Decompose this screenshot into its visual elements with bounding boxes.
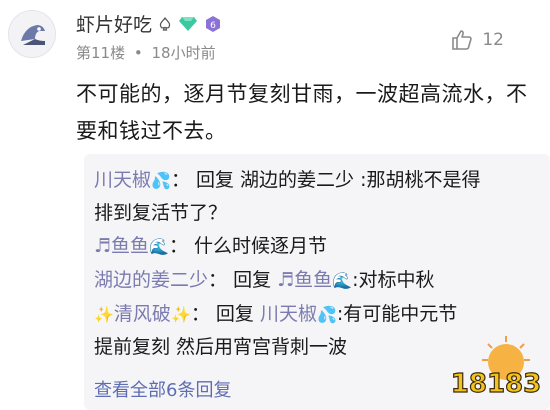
music-note-icon: ♬ — [94, 235, 112, 257]
reply-text: :有可能中元节 — [336, 303, 458, 325]
reply-text: :对标中秋 — [352, 269, 435, 291]
reply-text: 回复 — [215, 303, 260, 325]
reply-text: 回复 湖边的姜二少 :那胡桃不是得 — [196, 169, 481, 191]
diamond-badge-icon — [179, 16, 198, 31]
like-count: 12 — [482, 30, 504, 50]
spade-icon — [159, 16, 171, 31]
username[interactable]: 虾片好吃 — [76, 10, 152, 37]
comment-line: 要和钱过不去。 — [76, 119, 227, 143]
avatar-shark-icon — [9, 11, 55, 57]
reply-text: 什么时候逐月节 — [194, 235, 328, 257]
reply-colon: ： — [170, 169, 190, 191]
reply-item[interactable]: ♬鱼鱼🌊： 什么时候逐月节 — [94, 230, 544, 263]
wave-emoji: 🌊 — [332, 271, 353, 290]
sparkles-emoji: ✨ — [94, 305, 114, 324]
reply-item[interactable]: 川天椒💦： 回复 湖边的姜二少 :那胡桃不是得 排到复活节了？ — [94, 164, 544, 230]
watermark-logo: 18183 — [450, 336, 542, 400]
svg-text:6: 6 — [210, 21, 216, 31]
view-all-replies-link[interactable]: 查看全部6条回复 — [94, 376, 231, 402]
meta-separator: • — [133, 44, 143, 62]
like-button[interactable]: 12 — [450, 28, 504, 52]
reply-text: 回复 — [233, 269, 278, 291]
level-badge-icon: 6 — [206, 15, 221, 32]
comment-line: 不可能的，逐月节复刻甘雨，一波超高流水，不 — [76, 82, 528, 106]
reply-colon: ： — [190, 303, 210, 325]
reply-colon: ： — [168, 235, 188, 257]
droplets-emoji: 💦 — [151, 171, 171, 190]
mention[interactable]: 川天椒 — [260, 303, 317, 325]
avatar[interactable] — [8, 10, 56, 58]
sparkles-emoji: ✨ — [170, 305, 191, 324]
reply-author[interactable]: 鱼鱼 — [111, 235, 149, 257]
reply-text: 提前复刻 然后用宵宫背刺一波 — [94, 336, 348, 358]
reply-colon: ： — [208, 269, 228, 291]
reply-author[interactable]: 湖边的姜二少 — [94, 269, 208, 291]
reply-author[interactable]: 川天椒 — [94, 169, 151, 191]
droplets-emoji: 💦 — [316, 305, 337, 324]
floor-label: 第11楼 — [76, 44, 126, 62]
mention[interactable]: 鱼鱼 — [294, 269, 332, 291]
watermark-text: 18183 — [451, 369, 541, 399]
wave-emoji: 🌊 — [149, 237, 169, 256]
reply-text: 排到复活节了？ — [94, 202, 228, 224]
comment-meta: 第11楼 • 18小时前 — [76, 42, 216, 63]
thumbs-up-icon — [452, 30, 473, 50]
comment-body: 不可能的，逐月节复刻甘雨，一波超高流水，不 要和钱过不去。 — [76, 76, 546, 150]
timestamp: 18小时前 — [151, 44, 216, 62]
username-row: 虾片好吃 6 — [76, 10, 222, 37]
reply-item[interactable]: 湖边的姜二少： 回复 ♬鱼鱼🌊:对标中秋 — [94, 264, 544, 297]
reply-author[interactable]: 清风破 — [114, 303, 171, 325]
music-note-icon: ♬ — [277, 269, 295, 291]
